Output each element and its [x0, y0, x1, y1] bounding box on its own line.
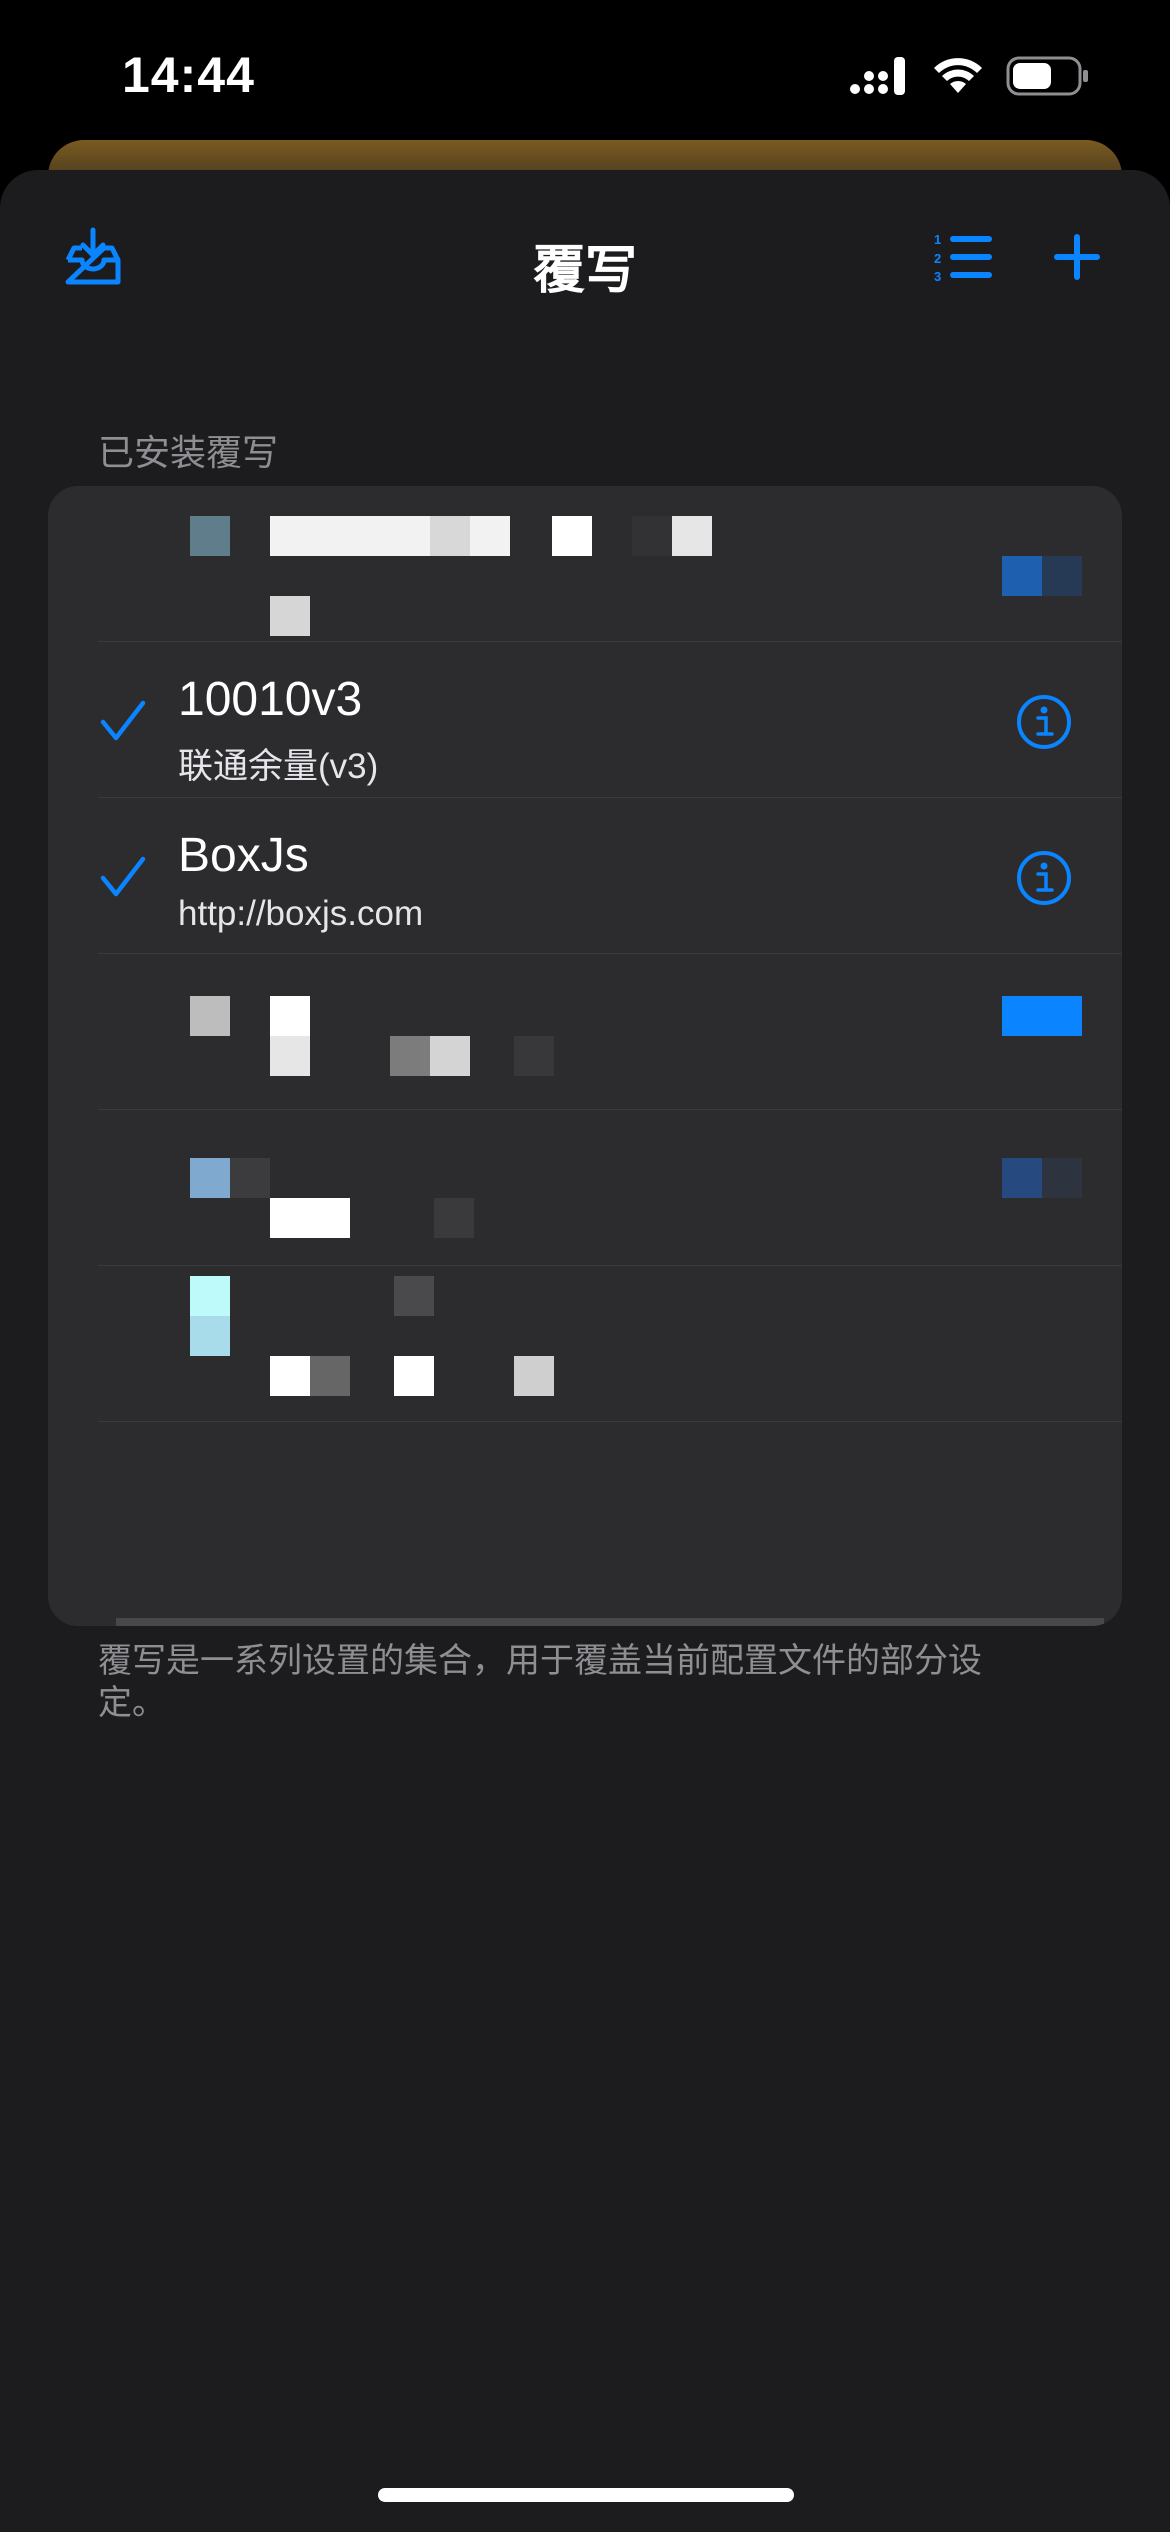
obscured-block [270, 1198, 350, 1238]
obscured-block [190, 1276, 230, 1316]
obscured-block [514, 1036, 554, 1076]
obscured-block [552, 516, 592, 556]
navigation-bar: 覆写 1 2 3 [0, 170, 1170, 340]
obscured-block [1002, 996, 1082, 1036]
row-highlight [116, 1618, 1104, 1626]
obscured-block [430, 516, 470, 556]
obscured-block [1002, 1158, 1042, 1198]
battery-icon [1006, 56, 1088, 96]
obscured-block [394, 1276, 434, 1316]
obscured-block [672, 516, 712, 556]
overrides-list: 10010v3 联通余量(v3) BoxJs http://boxjs.com [48, 486, 1122, 1626]
obscured-block [190, 996, 230, 1036]
obscured-block [190, 1316, 230, 1356]
obscured-block [270, 996, 310, 1036]
override-row-obscured[interactable] [48, 486, 1122, 642]
obscured-block [1042, 1158, 1082, 1198]
home-indicator[interactable] [378, 2488, 794, 2502]
plus-icon[interactable] [1054, 234, 1100, 280]
override-title: BoxJs [178, 829, 309, 882]
obscured-block [394, 1356, 434, 1396]
obscured-block [1002, 556, 1042, 596]
obscured-block [1042, 556, 1082, 596]
override-subtitle: http://boxjs.com [178, 894, 424, 933]
numbered-list-icon[interactable]: 1 2 3 [934, 232, 994, 282]
svg-text:2: 2 [934, 251, 941, 266]
status-time: 14:44 [122, 47, 255, 103]
obscured-block [270, 596, 310, 636]
obscured-block [390, 1036, 430, 1076]
override-row-obscured[interactable] [48, 1110, 1122, 1266]
info-circle-icon[interactable] [1016, 694, 1072, 750]
row-separator [98, 1421, 1122, 1422]
section-header: 已安装覆写 [98, 432, 279, 473]
svg-text:1: 1 [934, 232, 941, 247]
wifi-icon [934, 58, 982, 93]
obscured-block [270, 1356, 310, 1396]
override-row[interactable]: 10010v3 联通余量(v3) [48, 642, 1122, 798]
obscured-block [190, 516, 230, 556]
override-subtitle: 联通余量(v3) [178, 747, 379, 786]
obscured-block [514, 1356, 554, 1396]
override-title: 10010v3 [178, 673, 363, 726]
obscured-block [190, 1158, 230, 1198]
overrides-sheet: 覆写 1 2 3 已安装覆写 10010v3 联通余量(v3) BoxJs ht… [0, 170, 1170, 2532]
override-row-obscured[interactable] [48, 954, 1122, 1110]
override-row-obscured[interactable] [48, 1266, 1122, 1422]
info-circle-icon[interactable] [1016, 850, 1072, 906]
svg-text:3: 3 [934, 269, 941, 282]
obscured-block [632, 516, 672, 556]
obscured-block [430, 1036, 470, 1076]
obscured-block [270, 516, 510, 556]
status-indicators [850, 56, 1090, 96]
override-row[interactable]: BoxJs http://boxjs.com [48, 798, 1122, 954]
page-title: 覆写 [532, 242, 637, 300]
cellular-signal-icon [850, 57, 905, 95]
obscured-block [310, 1356, 350, 1396]
section-footer: 覆写是一系列设置的集合，用于覆盖当前配置文件的部分设定。 [98, 1642, 982, 1722]
obscured-block [434, 1198, 474, 1238]
checkmark-icon [100, 700, 146, 741]
checkmark-icon [100, 856, 146, 897]
obscured-block [230, 1158, 270, 1198]
obscured-block [270, 1036, 310, 1076]
